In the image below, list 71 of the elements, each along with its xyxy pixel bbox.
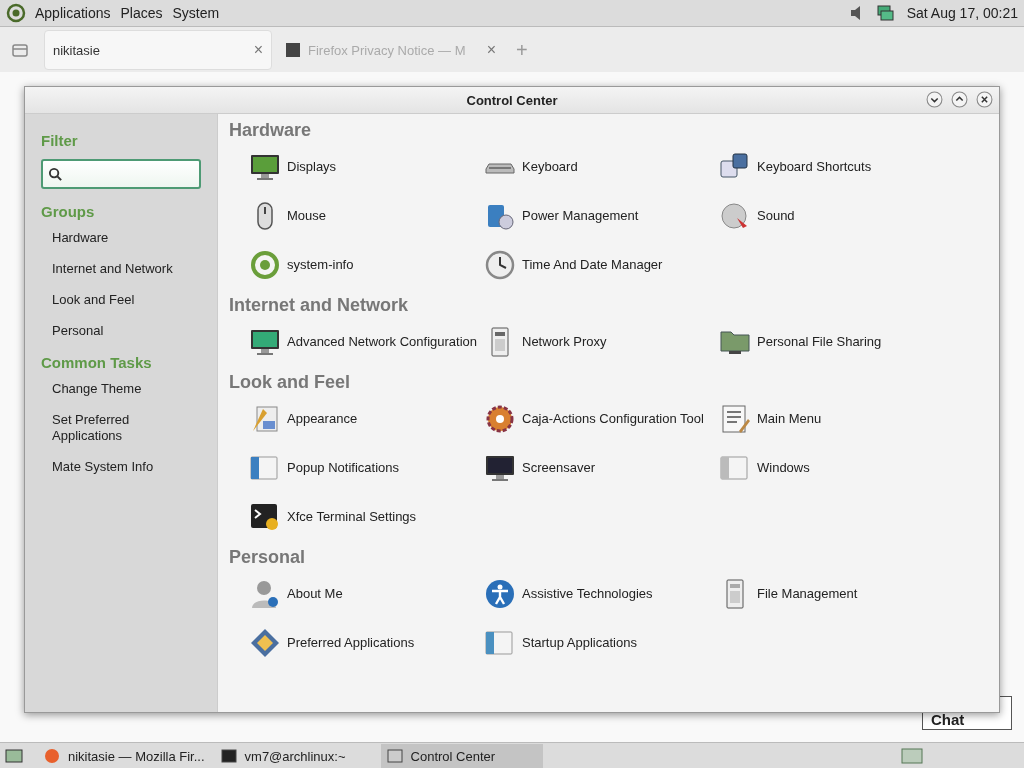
applet-label[interactable]: Mouse <box>287 208 327 224</box>
sidebar-link[interactable]: Change Theme <box>41 381 202 397</box>
site-icon <box>286 43 300 57</box>
applet-label[interactable]: Screensaver <box>522 460 595 476</box>
sidebar-heading: Groups <box>41 203 96 220</box>
minimize-icon[interactable] <box>926 91 943 108</box>
sidebar-heading: Common Tasks <box>41 354 153 371</box>
section-heading: Look and Feel <box>229 372 352 393</box>
applet-label[interactable]: Advanced Network Configuration <box>287 334 478 350</box>
applet-label[interactable]: Appearance <box>287 411 358 427</box>
panel-menu[interactable]: Applications <box>34 5 112 21</box>
search-field[interactable] <box>41 159 201 189</box>
clock-icon[interactable] <box>484 249 516 281</box>
applet-label[interactable]: Sound <box>757 208 795 224</box>
applet-label[interactable]: Displays <box>287 159 337 175</box>
diamond-icon[interactable] <box>249 627 281 659</box>
taskbar-button[interactable]: vm7@archlinux:~ <box>214 744 377 768</box>
applet-label[interactable]: Power Management <box>522 208 639 224</box>
applet-label[interactable]: Main Menu <box>757 411 822 427</box>
applet-label[interactable]: About Me <box>287 586 343 602</box>
applet-label[interactable]: Time And Date Manager <box>522 257 663 273</box>
close-icon[interactable] <box>976 91 993 108</box>
app-icon <box>220 748 237 764</box>
applet-label[interactable]: Startup Applications <box>522 635 637 651</box>
panel-menu[interactable]: Places <box>119 5 164 21</box>
window-title: Control Center <box>466 92 558 108</box>
app-icon <box>44 748 60 764</box>
taskbar-button[interactable]: nikitasie — Mozilla Fir... <box>38 744 211 768</box>
applet-label[interactable]: Xfce Terminal Settings <box>287 509 417 525</box>
applet-label[interactable]: system-info <box>287 257 354 273</box>
applet-label[interactable]: Personal File Sharing <box>757 334 882 350</box>
search-icon <box>48 166 63 182</box>
applet-label[interactable]: File Management <box>757 586 858 602</box>
sidebar-link[interactable]: Hardware <box>41 230 202 246</box>
terminal-icon[interactable] <box>249 501 281 533</box>
taskbar-button[interactable]: Control Center <box>380 744 543 768</box>
sidebar-link[interactable]: Internet and Network <box>41 261 202 277</box>
applet-label[interactable]: Assistive Technologies <box>522 586 653 602</box>
panel-menu[interactable]: System <box>171 5 221 21</box>
applet-label[interactable]: Windows <box>757 460 810 476</box>
applet-label[interactable]: Keyboard Shortcuts <box>757 159 872 175</box>
logo-icon[interactable] <box>249 249 281 281</box>
section-heading: Hardware <box>229 120 313 141</box>
network-icon[interactable] <box>874 3 895 23</box>
logo-icon[interactable] <box>6 3 26 23</box>
applet-label[interactable]: Network Proxy <box>522 334 607 350</box>
sidebar-link[interactable]: Set Preferred Applications <box>41 412 202 444</box>
sidebar-link[interactable]: Mate System Info <box>41 459 202 475</box>
applet-label[interactable]: Caja-Actions Configuration Tool <box>522 411 704 427</box>
section-heading: Personal <box>229 547 307 568</box>
workspace-switcher-icon[interactable] <box>900 746 924 766</box>
clock[interactable]: Sat Aug 17, 00:21 <box>906 5 1018 21</box>
tab-title: Firefox Privacy Notice — M <box>308 42 467 58</box>
sidebar-link[interactable]: Look and Feel <box>41 292 202 308</box>
applet-label[interactable]: Preferred Applications <box>287 635 415 651</box>
maximize-icon[interactable] <box>951 91 968 108</box>
sidebar-link[interactable]: Personal <box>41 323 202 339</box>
applet-label[interactable]: Keyboard <box>522 159 578 175</box>
section-heading: Internet and Network <box>229 295 410 316</box>
close-tab-button[interactable]: × <box>486 41 496 59</box>
person-icon[interactable] <box>249 578 281 610</box>
browser-tab[interactable]: Firefox Privacy Notice — M × <box>278 31 504 69</box>
applet-label[interactable]: Popup Notifications <box>287 460 399 476</box>
close-tab-button[interactable]: × <box>253 41 263 59</box>
sidebar-heading: Filter <box>41 132 79 149</box>
tab-title: nikitasie <box>53 42 101 58</box>
gear-icon[interactable] <box>484 403 516 435</box>
desktop-icon[interactable] <box>4 746 24 766</box>
browser-tab[interactable]: nikitasie × <box>44 30 272 70</box>
accessibility-icon[interactable] <box>484 578 516 610</box>
app-icon <box>386 748 403 764</box>
